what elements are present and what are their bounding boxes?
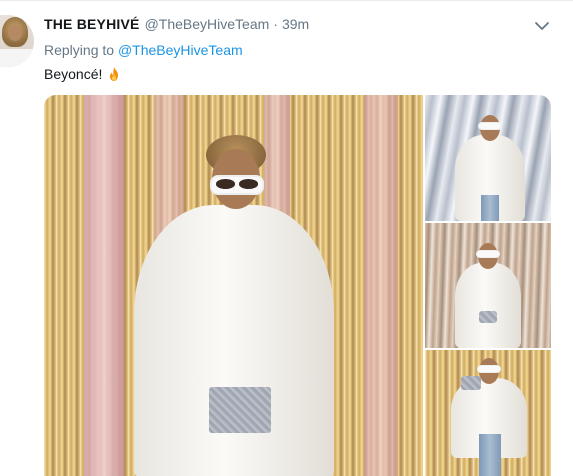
media-photo-2[interactable] bbox=[425, 95, 551, 221]
sunglasses bbox=[476, 250, 500, 258]
user-handle[interactable]: @TheBeyHiveTeam bbox=[145, 16, 270, 32]
fire-icon bbox=[110, 67, 119, 81]
timestamp[interactable]: 39m bbox=[282, 16, 309, 32]
white-coat bbox=[455, 263, 521, 348]
avatar-clothing bbox=[0, 49, 34, 67]
sunglasses bbox=[477, 365, 501, 373]
tweet-text: Beyoncé! bbox=[44, 66, 122, 82]
model-figure bbox=[134, 135, 334, 476]
backdrop-drape bbox=[84, 95, 124, 476]
media-photo-main[interactable] bbox=[44, 95, 423, 476]
sunglasses bbox=[210, 175, 264, 195]
handbag bbox=[461, 376, 481, 390]
handbag bbox=[479, 311, 497, 323]
handbag bbox=[209, 387, 271, 433]
white-coat bbox=[134, 205, 334, 476]
jeans bbox=[479, 434, 501, 476]
avatar[interactable] bbox=[0, 15, 34, 67]
model-figure bbox=[451, 356, 527, 476]
tweet[interactable]: THE BEYHIVÉ @TheBeyHiveTeam · 39m Replyi… bbox=[0, 0, 573, 476]
media-photo-4[interactable] bbox=[425, 350, 551, 476]
chevron-down-icon[interactable] bbox=[533, 19, 551, 33]
header-separator: · bbox=[273, 16, 278, 32]
replying-to: Replying to @TheBeyHiveTeam bbox=[44, 42, 243, 58]
backdrop-drape bbox=[364, 95, 398, 476]
tweet-header: THE BEYHIVÉ @TheBeyHiveTeam · 39m bbox=[44, 16, 309, 36]
replying-prefix: Replying to bbox=[44, 42, 115, 58]
reply-mention-link[interactable]: @TheBeyHiveTeam bbox=[118, 42, 243, 58]
tweet-text-content: Beyoncé! bbox=[44, 66, 103, 82]
avatar-face bbox=[8, 25, 22, 41]
model-figure bbox=[455, 237, 521, 348]
media-photo-3[interactable] bbox=[425, 223, 551, 348]
media-grid bbox=[44, 95, 551, 476]
jeans bbox=[481, 195, 499, 221]
sunglasses bbox=[478, 122, 502, 130]
model-figure bbox=[455, 109, 525, 221]
display-name[interactable]: THE BEYHIVÉ bbox=[44, 16, 140, 32]
